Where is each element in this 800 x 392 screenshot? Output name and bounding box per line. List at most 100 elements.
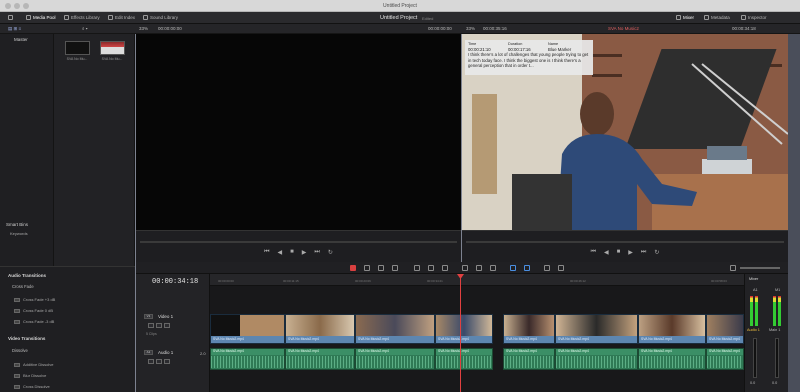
marker-icon[interactable]	[524, 265, 530, 271]
insert-clip-icon[interactable]	[414, 265, 420, 271]
inspector-button[interactable]: Inspector	[741, 15, 767, 20]
snapping-icon[interactable]	[462, 265, 468, 271]
timeline-scrubber[interactable]	[466, 241, 784, 243]
effects-library-button[interactable]: Effects Library	[64, 15, 100, 20]
overwrite-clip-icon[interactable]	[428, 265, 434, 271]
mixer-strip-a1[interactable]: Audio 1	[747, 328, 760, 332]
video-clip[interactable]: SVA No Music2.mp4	[435, 314, 493, 344]
lock-icon[interactable]	[148, 323, 154, 328]
video-clip[interactable]: SVA No Music2.mp4	[638, 314, 706, 344]
solo-icon[interactable]	[156, 359, 162, 364]
bin-view-icon[interactable]: ▤ ⊞ ≡	[8, 26, 21, 32]
inspector-label: Inspector	[748, 15, 767, 20]
auto-select-icon[interactable]	[156, 323, 162, 328]
timeline-name[interactable]: SVA No Music2	[608, 26, 639, 31]
fader-main[interactable]	[775, 338, 779, 378]
ruler-tick: 00:00:46:12	[570, 279, 586, 283]
audio-clip[interactable]: SVA No Music2.mp4	[555, 348, 638, 370]
search-icon[interactable]: ⌕ ▾	[82, 26, 88, 31]
edit-index-button[interactable]: Edit Index	[108, 15, 135, 20]
source-duration: 00:00:00:00	[428, 26, 452, 31]
video-clip-count: 5 Clips	[146, 332, 157, 336]
audio-clip[interactable]: SVA No Music2.mp4	[285, 348, 355, 370]
fader-a1[interactable]	[753, 338, 757, 378]
video-track-name[interactable]: Video 1	[158, 314, 173, 319]
playhead[interactable]	[460, 274, 461, 392]
clip-thumbnail[interactable]	[65, 41, 90, 55]
audio-transitions-header[interactable]: Audio Transitions	[8, 273, 46, 278]
replace-clip-icon[interactable]	[442, 265, 448, 271]
ruler-tick: 00:00:23:06	[355, 279, 371, 283]
panel-toggle-icon[interactable]	[8, 15, 13, 20]
metadata-button[interactable]: Metadata	[704, 15, 730, 20]
effect-item[interactable]: Cross Fade -3 dB	[14, 319, 54, 324]
video-clip[interactable]: SVA No Music2.mp4	[555, 314, 638, 344]
step-back-icon[interactable]: ◀	[604, 249, 609, 256]
audio-clip[interactable]: SVA No Music2.mp4	[435, 348, 493, 370]
clip-thumbnail[interactable]	[100, 41, 125, 55]
play-icon[interactable]: ▶	[628, 249, 633, 256]
loop-icon[interactable]: ↻	[654, 249, 659, 256]
source-viewer[interactable]	[136, 34, 461, 230]
track-badge-v1[interactable]: V1	[144, 314, 153, 319]
jump-start-icon[interactable]: ⏮	[591, 249, 596, 256]
mixer-title: Mixer	[749, 277, 759, 281]
dynamic-trim-icon[interactable]	[378, 265, 384, 271]
timeline-zoom[interactable]: 33%	[466, 26, 475, 31]
enable-track-icon[interactable]	[164, 323, 170, 328]
source-scrubber[interactable]	[140, 241, 457, 243]
stop-icon[interactable]: ■	[617, 249, 621, 256]
media-pool-label: Media Pool	[33, 15, 56, 20]
zoom-detail-icon[interactable]	[558, 265, 564, 271]
effect-item-label: Cross Fade 0 dB	[23, 308, 54, 313]
stop-icon[interactable]: ■	[290, 249, 294, 256]
jump-end-icon[interactable]: ⏭	[641, 249, 646, 256]
blade-tool-icon[interactable]	[392, 265, 398, 271]
video-clip[interactable]: SVA No Music2.mp4	[355, 314, 435, 344]
track-badge-a1[interactable]: A1	[144, 350, 153, 355]
zoom-full-icon[interactable]	[544, 265, 550, 271]
ruler-tick: 00:00:34:21	[427, 279, 443, 283]
video-clip[interactable]: SVA No Music2.mp4	[285, 314, 355, 344]
fader-a1-db: 0.0	[750, 381, 756, 385]
audio-clip[interactable]: SVA No Music2.mp4	[638, 348, 706, 370]
effect-item[interactable]: Cross Fade +3 dB	[14, 297, 55, 302]
jump-end-icon[interactable]: ⏭	[314, 249, 319, 256]
bin-master[interactable]: Master	[14, 37, 28, 42]
video-transitions-header[interactable]: Video Transitions	[8, 336, 45, 341]
flag-icon[interactable]	[510, 265, 516, 271]
audio-clip[interactable]: SVA No Music2.mp4	[503, 348, 555, 370]
effect-item[interactable]: Cross Fade 0 dB	[14, 308, 53, 313]
video-clip[interactable]: SVA No Music2.mp4	[210, 314, 285, 344]
jump-start-icon[interactable]: ⏮	[264, 249, 269, 256]
lock-icon[interactable]	[148, 359, 154, 364]
effect-item[interactable]: Cross Dissolve	[14, 384, 50, 389]
timeline-ruler[interactable]: 00:00:00:00 00:00:11:15 00:00:23:06 00:0…	[210, 274, 744, 286]
media-pool-button[interactable]: Media Pool	[26, 15, 56, 20]
window-titlebar: Untitled Project	[0, 0, 800, 12]
loop-icon[interactable]: ↻	[328, 249, 333, 256]
mixer-button[interactable]: Mixer	[676, 15, 694, 20]
selection-tool-icon[interactable]	[350, 265, 356, 271]
smart-bin-keywords[interactable]: Keywords	[10, 231, 28, 236]
play-icon[interactable]: ▶	[302, 249, 307, 256]
position-lock-icon[interactable]	[490, 265, 496, 271]
sound-library-button[interactable]: Sound Library	[143, 15, 178, 20]
step-back-icon[interactable]: ◀	[278, 249, 283, 256]
mixer-strip-main[interactable]: Main 1	[769, 328, 780, 332]
video-clip[interactable]: SVA No Music2.mp4	[503, 314, 555, 344]
volume-icon[interactable]	[730, 265, 736, 271]
video-clip[interactable]: SVA No Music2.mp4	[706, 314, 744, 344]
effects-icon	[64, 15, 69, 20]
effect-item[interactable]: Additive Dissolve	[14, 362, 53, 367]
trim-tool-icon[interactable]	[364, 265, 370, 271]
source-zoom[interactable]: 33%	[139, 26, 148, 31]
volume-slider[interactable]	[740, 267, 780, 269]
mute-icon[interactable]	[164, 359, 170, 364]
audio-clip[interactable]: SVA No Music2.mp4	[210, 348, 285, 370]
audio-track-name[interactable]: Audio 1	[158, 350, 173, 355]
linked-selection-icon[interactable]	[476, 265, 482, 271]
audio-clip[interactable]: SVA No Music2.mp4	[706, 348, 744, 370]
audio-clip[interactable]: SVA No Music2.mp4	[355, 348, 435, 370]
effect-item[interactable]: Blur Dissolve	[14, 373, 46, 378]
